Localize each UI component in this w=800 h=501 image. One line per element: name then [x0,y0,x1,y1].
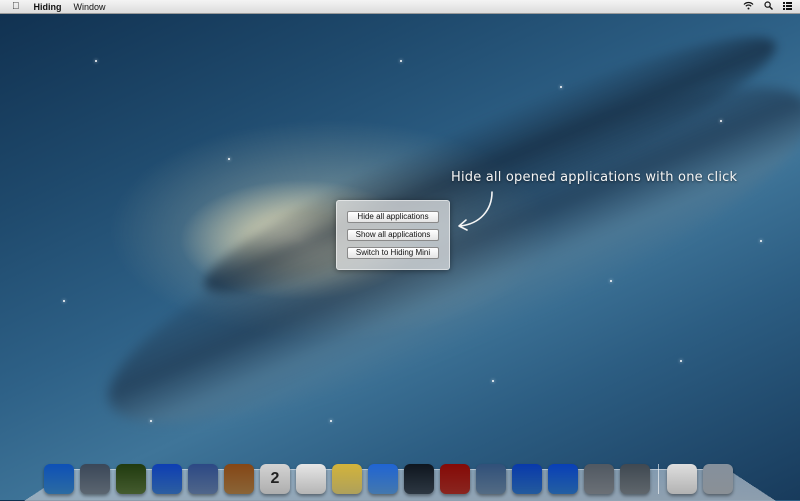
system-preferences-icon[interactable] [584,464,614,494]
app-store-icon[interactable] [548,464,578,494]
hide-all-applications-button[interactable]: Hide all applications [347,211,439,223]
iphoto-icon[interactable] [476,464,506,494]
launchpad-icon[interactable] [80,464,110,494]
safari-icon[interactable] [152,464,182,494]
contacts-icon[interactable] [224,464,254,494]
finder-icon[interactable] [44,464,74,494]
dock-separator [658,464,659,494]
menu-item-window[interactable]: Window [74,2,106,12]
facetime-icon[interactable] [404,464,434,494]
menu-bar:  Hiding Window [0,0,800,14]
mail-icon[interactable] [188,464,218,494]
menu-app-name[interactable]: Hiding [34,2,62,12]
wifi-icon[interactable] [743,1,754,12]
menu-extras [743,0,792,13]
notification-center-icon[interactable] [783,1,792,12]
messages-icon[interactable] [368,464,398,494]
hiding-popover: Hide all applications Show all applicati… [336,200,450,270]
calendar-date-label: 2 [270,470,280,487]
apple-menu-icon[interactable]:  [12,1,20,12]
hiding-app-icon[interactable] [620,464,650,494]
mission-control-icon[interactable] [116,464,146,494]
annotation-arrow-icon [458,191,493,231]
show-all-applications-button[interactable]: Show all applications [347,229,439,241]
photo-booth-icon[interactable] [440,464,470,494]
notes-icon[interactable] [332,464,362,494]
reminders-icon[interactable] [296,464,326,494]
dock: 2 [44,454,739,494]
annotation-text: Hide all opened applications with one cl… [451,170,738,185]
switch-to-hiding-mini-button[interactable]: Switch to Hiding Mini [347,247,439,259]
spotlight-search-icon[interactable] [764,1,773,12]
trash-icon[interactable] [703,464,733,494]
documents-stack-icon[interactable] [667,464,697,494]
calendar-icon[interactable]: 2 [260,464,290,494]
itunes-icon[interactable] [512,464,542,494]
